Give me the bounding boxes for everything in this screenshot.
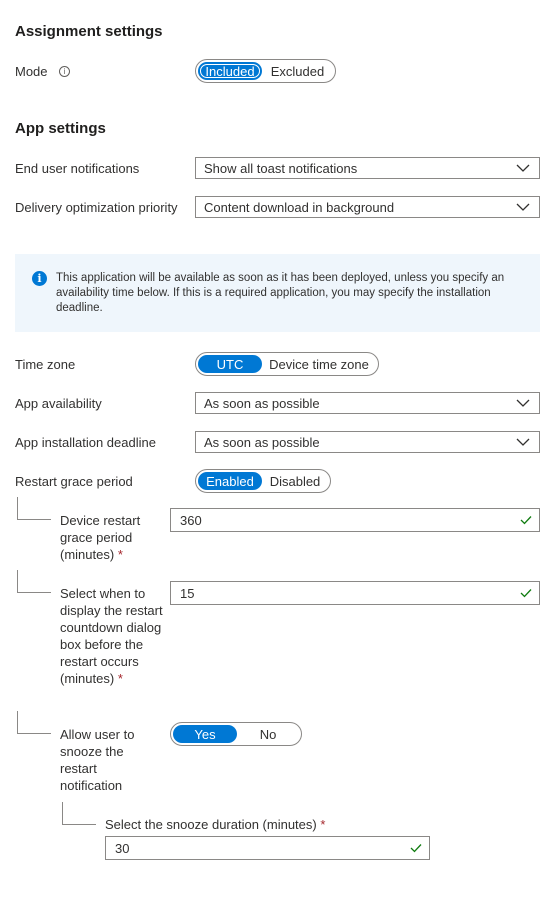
tree-connector <box>17 570 51 593</box>
delivery-optimization-label: Delivery optimization priority <box>15 200 178 215</box>
chevron-down-icon <box>516 203 530 211</box>
end-user-notifications-dropdown[interactable]: Show all toast notifications <box>195 157 540 179</box>
time-zone-label: Time zone <box>15 357 76 372</box>
delivery-optimization-value: Content download in background <box>204 199 395 215</box>
chevron-down-icon <box>516 438 530 446</box>
restart-grace-option-enabled[interactable]: Enabled <box>198 472 262 490</box>
info-icon[interactable]: i <box>59 66 70 77</box>
allow-snooze-toggle[interactable]: Yes No <box>170 722 302 746</box>
restart-grace-period-toggle[interactable]: Enabled Disabled <box>195 469 331 493</box>
end-user-notifications-label: End user notifications <box>15 161 140 176</box>
chevron-down-icon <box>516 164 530 172</box>
device-restart-grace-label: Device restart grace period (minutes) * <box>60 513 141 562</box>
snooze-duration-input[interactable]: 30 <box>105 836 430 860</box>
end-user-notifications-value: Show all toast notifications <box>204 160 358 176</box>
allow-snooze-option-yes[interactable]: Yes <box>173 725 237 743</box>
delivery-optimization-dropdown[interactable]: Content download in background <box>195 196 540 218</box>
app-settings-heading: App settings <box>15 120 106 137</box>
app-availability-value: As soon as possible <box>204 395 320 411</box>
app-installation-deadline-dropdown[interactable]: As soon as possible <box>195 431 540 453</box>
mode-option-excluded[interactable]: Excluded <box>262 62 333 80</box>
countdown-dialog-input[interactable]: 15 <box>170 581 540 605</box>
info-icon: i <box>32 271 47 286</box>
tree-connector <box>62 802 96 825</box>
restart-grace-period-label: Restart grace period <box>15 474 133 489</box>
assignment-settings-heading: Assignment settings <box>15 23 163 40</box>
snooze-duration-label: Select the snooze duration (minutes) * <box>105 817 326 832</box>
app-installation-deadline-value: As soon as possible <box>204 434 320 450</box>
checkmark-icon <box>520 516 532 525</box>
countdown-dialog-value: 15 <box>180 585 195 601</box>
device-restart-grace-input[interactable]: 360 <box>170 508 540 532</box>
app-availability-dropdown[interactable]: As soon as possible <box>195 392 540 414</box>
tree-connector <box>17 497 51 520</box>
app-availability-label: App availability <box>15 396 102 411</box>
snooze-duration-value: 30 <box>115 840 130 856</box>
mode-option-included[interactable]: Included <box>198 62 262 80</box>
allow-snooze-label: Allow user to snooze the restart notific… <box>60 727 135 793</box>
time-zone-toggle[interactable]: UTC Device time zone <box>195 352 379 376</box>
restart-grace-option-disabled[interactable]: Disabled <box>262 472 328 490</box>
info-banner: i This application will be available as … <box>15 254 540 332</box>
chevron-down-icon <box>516 399 530 407</box>
checkmark-icon <box>410 844 422 853</box>
device-restart-grace-value: 360 <box>180 512 202 528</box>
mode-toggle[interactable]: Included Excluded <box>195 59 336 83</box>
allow-snooze-option-no[interactable]: No <box>237 725 299 743</box>
tree-connector <box>17 711 51 734</box>
checkmark-icon <box>520 589 532 598</box>
app-installation-deadline-label: App installation deadline <box>15 435 156 450</box>
time-zone-option-utc[interactable]: UTC <box>198 355 262 373</box>
countdown-dialog-label: Select when to display the restart count… <box>60 586 163 686</box>
mode-label: Mode <box>15 64 48 79</box>
info-banner-text: This application will be available as so… <box>56 272 505 314</box>
time-zone-option-device[interactable]: Device time zone <box>262 355 376 373</box>
